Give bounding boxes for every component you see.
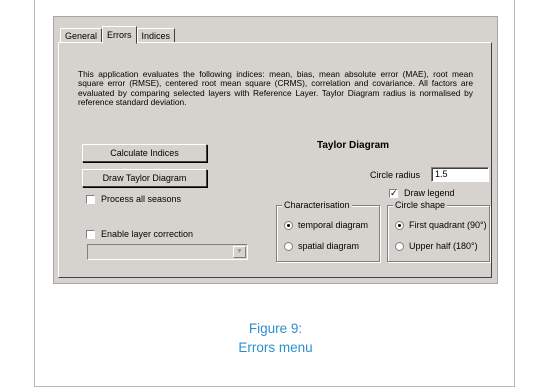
chevron-down-icon[interactable]: ▼ xyxy=(233,246,246,258)
circle-radius-input[interactable]: 1.5 xyxy=(431,167,489,182)
errors-dialog: General Errors Indices This application … xyxy=(53,16,498,284)
process-all-seasons-box[interactable] xyxy=(86,194,95,204)
first-quadrant-label: First quadrant (90°) xyxy=(409,220,487,230)
tab-general[interactable]: General xyxy=(60,28,103,43)
enable-layer-correction-box[interactable] xyxy=(86,229,95,239)
circle-shape-title: Circle shape xyxy=(393,200,448,210)
taylor-diagram-title: Taylor Diagram xyxy=(317,140,390,151)
enable-layer-correction-checkbox[interactable]: Enable layer correction xyxy=(86,229,193,239)
temporal-diagram-label: temporal diagram xyxy=(298,220,369,230)
circle-shape-group: Circle shape First quadrant (90°) Upper … xyxy=(387,200,490,262)
tab-indices[interactable]: Indices xyxy=(136,28,176,43)
radio-selected-icon[interactable] xyxy=(284,220,293,230)
description-text: This application evaluates the following… xyxy=(78,69,473,107)
spatial-diagram-radio[interactable]: spatial diagram xyxy=(284,241,359,251)
draw-taylor-diagram-button[interactable]: Draw Taylor Diagram xyxy=(82,169,207,187)
radio-unselected-icon[interactable] xyxy=(395,241,404,251)
draw-legend-checkbox[interactable]: ✓ Draw legend xyxy=(389,188,455,198)
temporal-diagram-radio[interactable]: temporal diagram xyxy=(284,220,368,230)
process-all-seasons-checkbox[interactable]: Process all seasons xyxy=(86,194,181,204)
calculate-indices-button[interactable]: Calculate Indices xyxy=(82,144,207,162)
process-all-seasons-label: Process all seasons xyxy=(101,194,182,204)
tab-strip: General Errors Indices xyxy=(60,25,176,44)
draw-legend-box[interactable]: ✓ xyxy=(389,188,398,198)
characterisation-group: Characterisation temporal diagram spatia… xyxy=(276,200,380,262)
radio-selected-icon[interactable] xyxy=(395,220,404,230)
spatial-diagram-label: spatial diagram xyxy=(298,241,360,251)
tab-errors[interactable]: Errors xyxy=(102,26,137,44)
errors-tab-panel: This application evaluates the following… xyxy=(58,42,492,278)
figure-caption-title: Errors menu xyxy=(238,340,313,355)
layer-select[interactable]: ▼ xyxy=(87,244,248,260)
radio-unselected-icon[interactable] xyxy=(284,241,293,251)
figure-caption-number: Figure 9: xyxy=(248,321,303,336)
upper-half-label: Upper half (180°) xyxy=(409,241,478,251)
characterisation-title: Characterisation xyxy=(282,200,352,210)
draw-legend-label: Draw legend xyxy=(404,188,455,198)
circle-radius-label: Circle radius xyxy=(370,170,421,180)
upper-half-radio[interactable]: Upper half (180°) xyxy=(395,241,478,251)
first-quadrant-radio[interactable]: First quadrant (90°) xyxy=(395,220,487,230)
enable-layer-correction-label: Enable layer correction xyxy=(101,229,194,239)
